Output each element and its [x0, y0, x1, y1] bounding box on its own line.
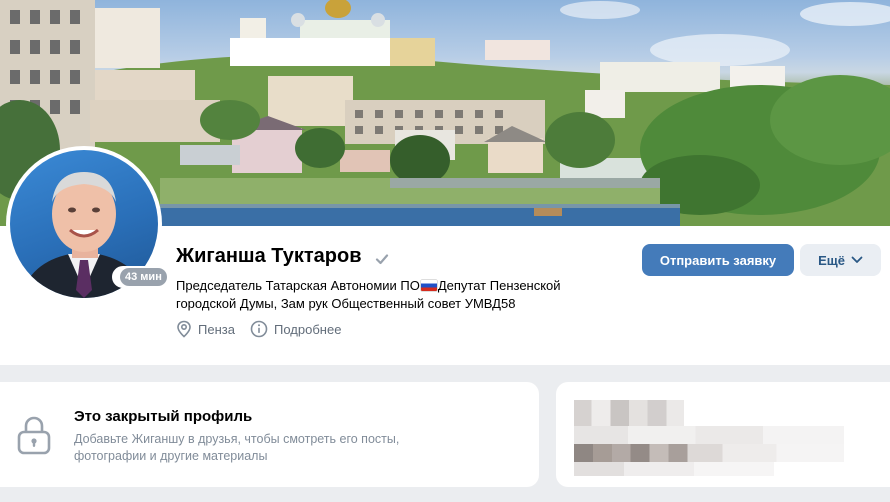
russia-flag-icon	[420, 280, 437, 291]
info-icon	[250, 320, 268, 338]
status-text-line2: городской Думы, Зам рук Общественный сов…	[176, 296, 516, 311]
status-text-part1: Председатель Татарская Автономии ПО	[176, 278, 420, 293]
location-pin-icon	[177, 320, 191, 338]
private-text-line1: Добавьте Жиганшу в друзья, чтобы смотрет…	[74, 432, 400, 446]
private-profile-description: Добавьте Жиганшу в друзья, чтобы смотрет…	[74, 431, 474, 465]
profile-status: Председатель Татарская Автономии ПО Депут…	[176, 277, 586, 313]
city-label: Пенза	[198, 321, 235, 337]
status-text-part2: Депутат Пензенской	[437, 278, 561, 293]
checkmark-icon	[375, 254, 389, 265]
lock-icon	[17, 416, 51, 455]
blurred-content	[574, 400, 684, 426]
private-profile-title: Это закрытый профиль	[74, 408, 253, 425]
blurred-content	[574, 462, 774, 476]
more-actions-label: Ещё	[818, 252, 845, 268]
private-text-line2: фотографии и другие материалы	[74, 449, 268, 463]
send-friend-request-button[interactable]: Отправить заявку	[642, 244, 794, 276]
blurred-content	[574, 426, 844, 446]
more-info-link[interactable]: Подробнее	[250, 319, 341, 339]
last-seen-badge: 43 мин	[112, 266, 175, 288]
last-seen-label: 43 мин	[120, 268, 167, 286]
side-info-card	[556, 382, 890, 487]
more-info-label: Подробнее	[274, 321, 342, 337]
chevron-down-icon	[851, 256, 863, 263]
profile-city: Пенза	[176, 319, 235, 339]
profile-name: Жиганша Туктаров	[176, 245, 362, 267]
blurred-content	[574, 444, 844, 462]
more-actions-button[interactable]: Ещё	[800, 244, 881, 276]
